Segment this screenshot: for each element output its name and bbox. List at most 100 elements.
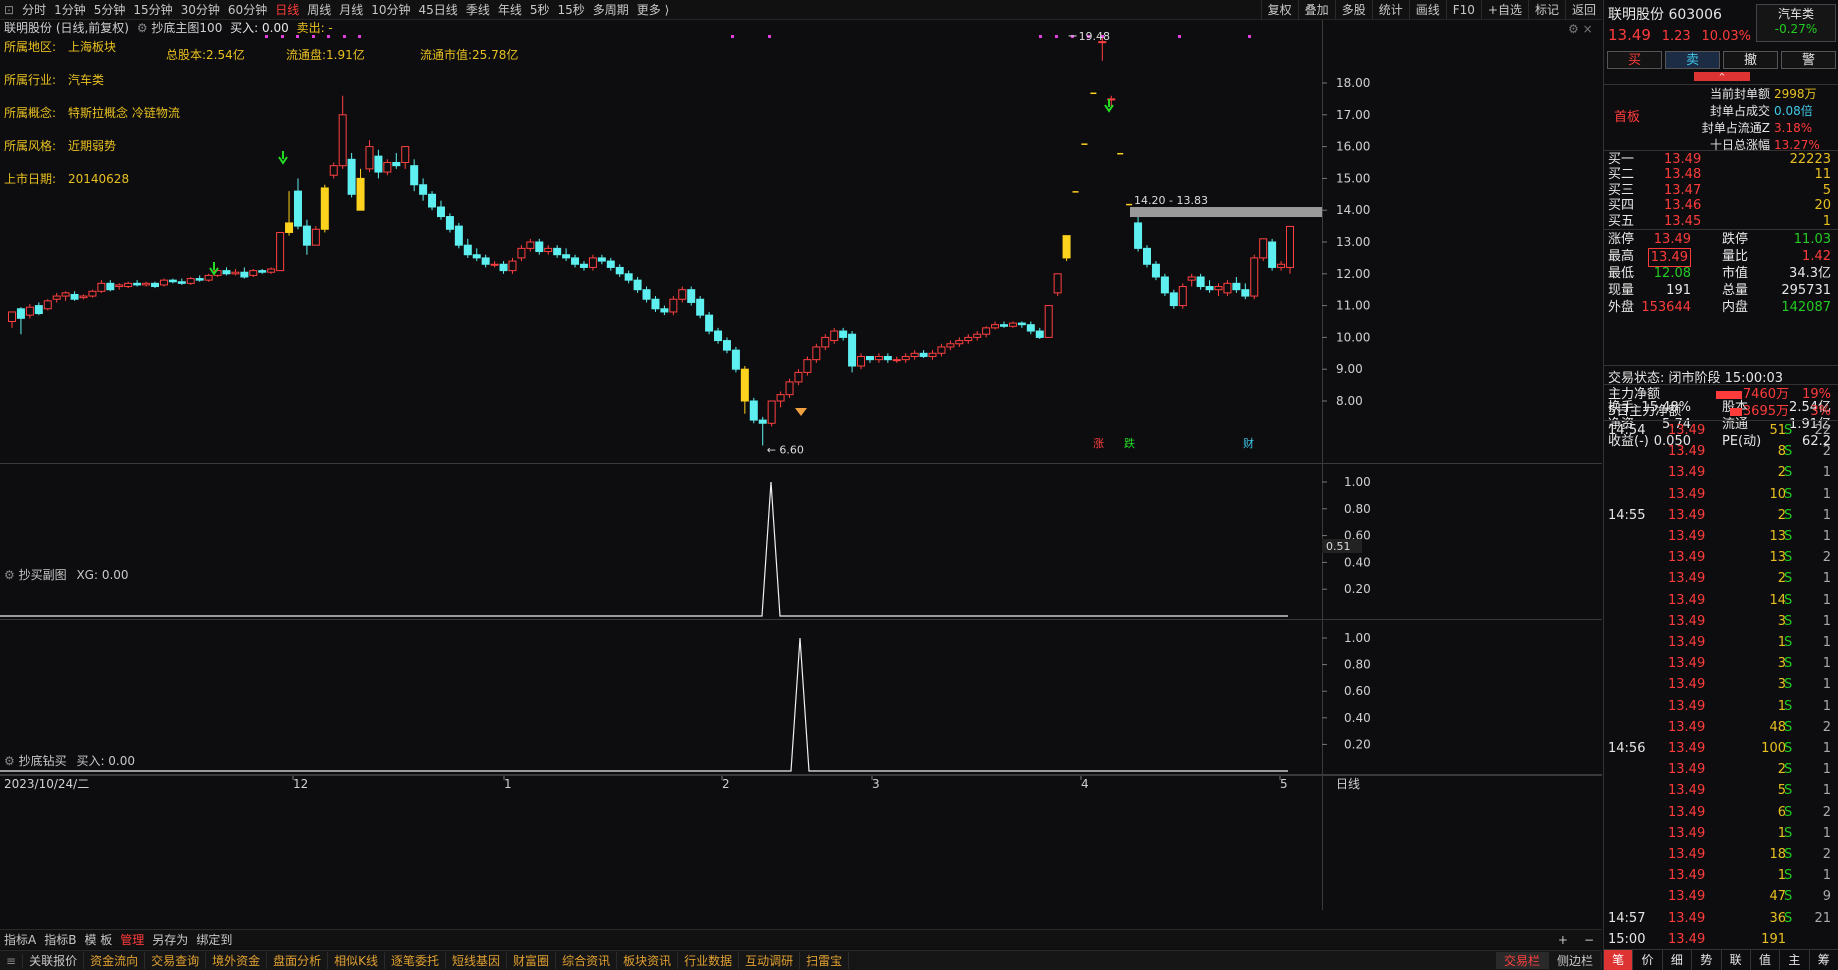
tick-count: 1: [1822, 613, 1831, 629]
period-tab[interactable]: 30分钟: [177, 0, 224, 20]
candle-body: [142, 282, 151, 286]
settings-icon[interactable]: ⚙: [4, 568, 15, 582]
detail-tab[interactable]: 势: [1692, 950, 1722, 970]
indicator-tab[interactable]: 模 板: [80, 931, 116, 948]
sell-button[interactable]: 卖: [1665, 51, 1720, 69]
info-label: 上市日期:: [4, 172, 57, 186]
tick-price: 13.49: [1668, 571, 1706, 587]
tool-button[interactable]: 统计: [1371, 0, 1409, 20]
restore-icon[interactable]: ⊡: [0, 0, 18, 20]
period-tab[interactable]: 日线: [271, 0, 303, 20]
tool-button[interactable]: F10: [1445, 0, 1481, 20]
tick-side: S: [1784, 613, 1793, 629]
tick-count: 1: [1822, 592, 1831, 608]
candle-body: [133, 282, 142, 286]
tick-time: 14:54: [1608, 423, 1646, 438]
candle-body: [964, 336, 973, 342]
candle-body: [1187, 276, 1196, 281]
function-link[interactable]: 关联报价: [23, 952, 85, 969]
function-link[interactable]: 境外资金: [206, 952, 268, 969]
stat-row: 现量 191 总量 295731: [1604, 282, 1838, 299]
indicator-tab[interactable]: 指标A: [0, 931, 40, 948]
period-tab[interactable]: 15秒: [553, 0, 588, 20]
period-tab[interactable]: 5分钟: [90, 0, 130, 20]
detail-tab[interactable]: 值: [1751, 950, 1781, 970]
function-link[interactable]: 板块资讯: [617, 952, 679, 969]
chart-window-controls: ⚙ ×: [1568, 22, 1593, 36]
detail-tab[interactable]: 联: [1722, 950, 1751, 970]
menu-icon[interactable]: ≡: [0, 953, 24, 968]
period-tab[interactable]: 年线: [494, 0, 526, 20]
candle-body: [1090, 92, 1097, 95]
function-link[interactable]: 逐笔委托: [385, 952, 447, 969]
tick-row: 13.49 10 S 1: [1604, 486, 1838, 503]
candle-body: [562, 254, 571, 259]
detail-tab[interactable]: 笔: [1604, 950, 1634, 970]
tool-button[interactable]: 复权: [1260, 0, 1298, 20]
function-link[interactable]: 交易查询: [145, 952, 207, 969]
period-tab[interactable]: 5秒: [526, 0, 554, 20]
indicator-tab[interactable]: 另存为: [148, 931, 192, 948]
settings-icon[interactable]: ⚙: [1568, 22, 1579, 36]
period-tab[interactable]: 季线: [462, 0, 494, 20]
side-bar-button[interactable]: 侧边栏: [1549, 952, 1602, 969]
function-link[interactable]: 财富圈: [507, 952, 557, 969]
tool-button[interactable]: 多股: [1334, 0, 1372, 20]
tool-button[interactable]: 返回: [1564, 0, 1602, 20]
period-tab[interactable]: 60分钟: [224, 0, 271, 20]
stat-row: 涨停 13.49 跌停 11.03: [1604, 231, 1838, 248]
detail-tab[interactable]: 价: [1633, 950, 1663, 970]
function-link[interactable]: 盘面分析: [267, 952, 329, 969]
detail-tab[interactable]: 细: [1663, 950, 1693, 970]
event-mark[interactable]: 涨: [1093, 437, 1104, 450]
collapse-icon[interactable]: ^: [1694, 72, 1750, 81]
detail-tab[interactable]: 筹: [1810, 950, 1838, 970]
alert-button[interactable]: 警: [1781, 51, 1836, 69]
y-tick-label: 10.00: [1336, 330, 1370, 344]
function-link[interactable]: 扫雷宝: [800, 952, 850, 969]
event-mark[interactable]: 财: [1243, 436, 1254, 450]
buy-button[interactable]: 买: [1607, 51, 1662, 69]
function-link[interactable]: 互动调研: [739, 952, 801, 969]
function-link[interactable]: 行业数据: [678, 952, 740, 969]
settings-icon[interactable]: ⚙: [4, 754, 15, 768]
candle-body: [1205, 286, 1214, 291]
indicator-tab[interactable]: 指标B: [40, 931, 80, 948]
zoom-in-button[interactable]: +: [1550, 933, 1576, 947]
kline-chart[interactable]: 18.0017.0016.0015.0014.0013.0012.0011.00…: [0, 20, 1602, 910]
tool-button[interactable]: 叠加: [1297, 0, 1335, 20]
candle-body: [320, 187, 329, 230]
detail-tab[interactable]: 主: [1780, 950, 1810, 970]
period-tab[interactable]: 15分钟: [129, 0, 176, 20]
candle-body: [624, 273, 633, 281]
close-icon[interactable]: ×: [1583, 22, 1593, 36]
period-tab[interactable]: 1分钟: [50, 0, 90, 20]
indicator-name[interactable]: 抄底主图100: [151, 21, 222, 35]
tick-side: S: [1784, 550, 1793, 566]
period-tab[interactable]: 45日线: [415, 0, 462, 20]
stock-code: 603006: [1668, 7, 1722, 23]
trade-bar-button[interactable]: 交易栏: [1495, 952, 1549, 969]
tool-button[interactable]: 画线: [1408, 0, 1446, 20]
candle: [186, 276, 195, 285]
tool-button[interactable]: 标记: [1527, 0, 1565, 20]
period-tab[interactable]: 月线: [335, 0, 367, 20]
period-tab[interactable]: 10分钟: [367, 0, 414, 20]
period-tab[interactable]: 周线: [303, 0, 335, 20]
function-link[interactable]: 综合资讯: [556, 952, 618, 969]
function-link[interactable]: 短线基因: [446, 952, 508, 969]
period-tab[interactable]: 分时: [18, 0, 50, 20]
indicator-tab[interactable]: 管理: [116, 931, 148, 948]
period-tab[interactable]: 多周期: [589, 0, 633, 20]
event-mark[interactable]: 跌: [1124, 436, 1135, 450]
settings-icon[interactable]: ⚙: [137, 21, 148, 35]
function-link[interactable]: 相似K线: [328, 952, 386, 969]
cancel-button[interactable]: 撤: [1723, 51, 1778, 69]
period-tab[interactable]: 更多 ⟩: [633, 0, 674, 20]
sector-box[interactable]: 汽车类 -0.27%: [1756, 4, 1836, 42]
zoom-out-button[interactable]: −: [1576, 933, 1602, 947]
tool-button[interactable]: +自选: [1480, 0, 1528, 20]
flow-bar: [1730, 408, 1742, 416]
function-link[interactable]: 资金流向: [84, 952, 146, 969]
indicator-tab[interactable]: 绑定到: [192, 931, 236, 948]
